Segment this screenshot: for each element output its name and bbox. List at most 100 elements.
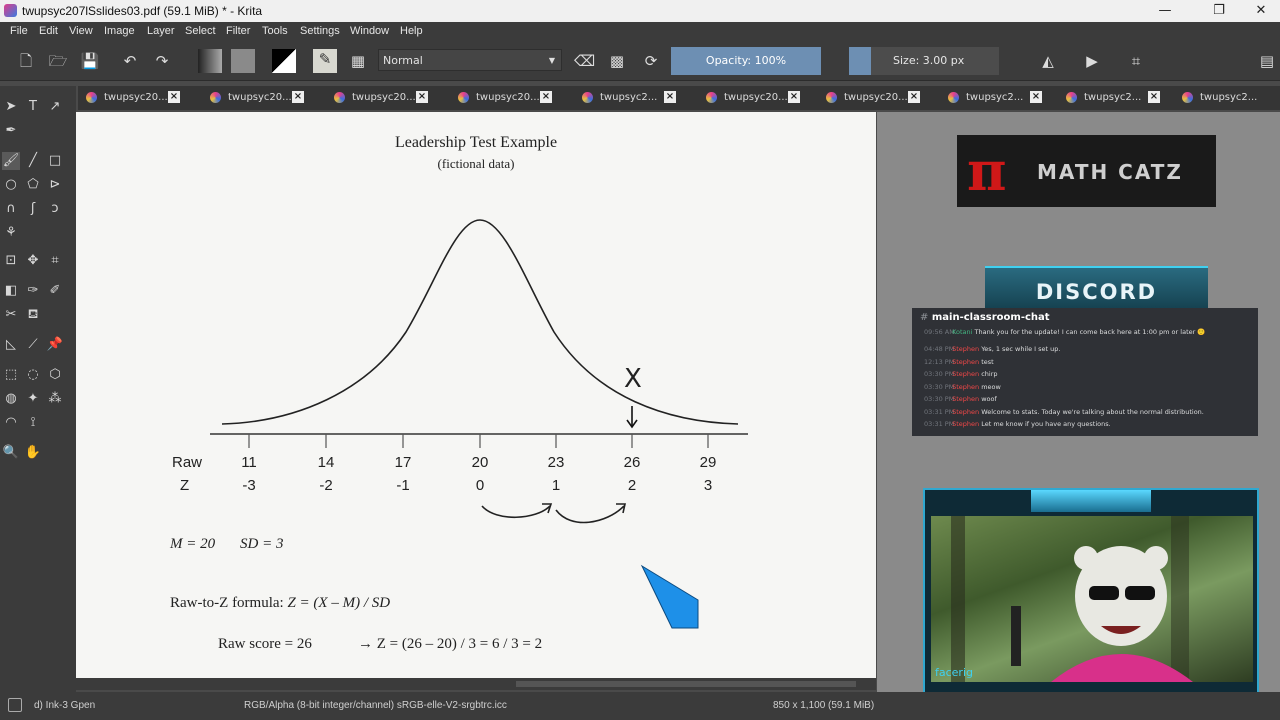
color-picker-icon[interactable]: ✑ xyxy=(24,282,42,300)
freehand-select-icon[interactable]: ◍ xyxy=(2,390,20,408)
menu-settings[interactable]: Settings xyxy=(300,25,340,37)
menu-window[interactable]: Window xyxy=(350,25,389,37)
close-tab-icon[interactable]: × xyxy=(416,91,428,103)
rectangle-tool-icon[interactable]: □ xyxy=(46,152,64,170)
bezier-select-icon[interactable]: ◠ xyxy=(2,414,20,432)
reload-preset-icon[interactable]: ⟳ xyxy=(641,51,661,71)
menu-view[interactable]: View xyxy=(69,25,93,37)
menu-select[interactable]: Select xyxy=(185,25,216,37)
polygon-tool-icon[interactable]: ⬠ xyxy=(24,176,42,194)
blend-mode-select[interactable]: Normal ▼ xyxy=(378,49,562,71)
fill-tool-icon[interactable]: ⛾ xyxy=(24,306,42,324)
multibrush-icon[interactable]: ⚘ xyxy=(2,224,20,242)
document-tab[interactable]: twupsyc20... × xyxy=(450,86,568,110)
save-icon[interactable]: 💾 xyxy=(80,51,100,71)
assistant-tool-icon[interactable]: ◺ xyxy=(2,336,20,354)
gradient-tool-icon[interactable]: ◧ xyxy=(2,282,20,300)
open-folder-icon[interactable]: 🗁 xyxy=(48,51,68,71)
rect-select-icon[interactable]: ⬚ xyxy=(2,366,20,384)
transform-tool-icon[interactable]: ⊡ xyxy=(2,252,20,270)
document-tab[interactable]: twupsyc20... × xyxy=(78,86,196,110)
document-tab[interactable]: twupsyc20... × xyxy=(202,86,320,110)
freehand-brush-icon[interactable]: 🖌 xyxy=(2,152,20,170)
document-tab[interactable]: twupsyc20... × xyxy=(698,86,816,110)
tab-label: twupsyc2... xyxy=(1084,92,1142,103)
gradient-swatch[interactable] xyxy=(198,49,222,73)
brush-size-slider[interactable]: Size: 3.00 px xyxy=(849,47,999,75)
close-tab-icon[interactable]: × xyxy=(788,91,800,103)
edit-shapes-icon[interactable]: ↗ xyxy=(46,98,64,116)
minimize-button[interactable]: — xyxy=(1142,0,1188,22)
polygon-select-icon[interactable]: ⬡ xyxy=(46,366,64,384)
menu-file[interactable]: File xyxy=(10,25,28,37)
brush-preset-icon[interactable]: ✎ xyxy=(313,49,337,73)
polyline-tool-icon[interactable]: ⊳ xyxy=(46,176,64,194)
similar-select-icon[interactable]: ⁂ xyxy=(46,390,64,408)
docker-menu-icon[interactable]: ▤ xyxy=(1257,51,1277,71)
logo-text: MATH CATZ xyxy=(1037,160,1183,184)
menu-tools[interactable]: Tools xyxy=(262,25,288,37)
close-tab-icon[interactable]: × xyxy=(292,91,304,103)
document-tab[interactable]: twupsyc2... × xyxy=(940,86,1058,110)
ellipse-tool-icon[interactable]: ○ xyxy=(2,176,20,194)
alpha-lock-icon[interactable]: ▩ xyxy=(607,51,627,71)
canvas[interactable]: Leadership Test Example (fictional data)… xyxy=(76,112,876,678)
horizontal-scrollbar[interactable] xyxy=(76,678,876,690)
menu-image[interactable]: Image xyxy=(104,25,135,37)
eraser-icon[interactable]: ⌫ xyxy=(574,51,595,71)
menu-help[interactable]: Help xyxy=(400,25,423,37)
brush-preview-icon[interactable] xyxy=(8,698,22,712)
color-space-info: RGB/Alpha (8-bit integer/channel) sRGB-e… xyxy=(244,700,507,711)
menu-edit[interactable]: Edit xyxy=(39,25,58,37)
line-tool-icon[interactable]: ╱ xyxy=(24,152,42,170)
raw-value: 23 xyxy=(547,454,565,471)
menu-layer[interactable]: Layer xyxy=(147,25,175,37)
close-tab-icon[interactable]: × xyxy=(540,91,552,103)
contiguous-select-icon[interactable]: ✦ xyxy=(24,390,42,408)
opacity-slider[interactable]: Opacity: 100% xyxy=(671,47,821,75)
wrap-around-icon[interactable]: ⌗ xyxy=(1126,51,1146,71)
pattern-swatch[interactable] xyxy=(231,49,255,73)
pan-tool-icon[interactable]: ✋ xyxy=(24,444,42,462)
maximize-button[interactable]: ❐ xyxy=(1196,0,1242,22)
close-tab-icon[interactable]: × xyxy=(908,91,920,103)
select-shapes-icon[interactable]: ➤ xyxy=(2,98,20,116)
document-tab[interactable]: twupsyc20... × xyxy=(326,86,444,110)
freehand-path-icon[interactable]: ʃ xyxy=(24,200,42,218)
measure-tool-icon[interactable]: ⟋ xyxy=(24,336,42,354)
krita-doc-icon xyxy=(582,92,593,103)
undo-icon[interactable]: ↶ xyxy=(120,51,140,71)
calligraphy-icon[interactable]: ✒ xyxy=(2,122,20,140)
close-button[interactable]: ✕ xyxy=(1238,0,1280,22)
document-tab[interactable]: twupsyc2... × xyxy=(574,86,692,110)
crop-tool-icon[interactable]: ⌗ xyxy=(46,252,64,270)
dynamic-brush-icon[interactable]: ↄ xyxy=(46,200,64,218)
document-tab[interactable]: twupsyc20... × xyxy=(818,86,936,110)
document-tab[interactable]: twupsyc2... × xyxy=(1058,86,1176,110)
new-document-icon[interactable]: 🗋 xyxy=(16,51,36,71)
smart-patch-icon[interactable]: ✂ xyxy=(2,306,20,324)
menu-filter[interactable]: Filter xyxy=(226,25,250,37)
bezier-tool-icon[interactable]: ∩ xyxy=(2,200,20,218)
redo-icon[interactable]: ↷ xyxy=(152,51,172,71)
main-toolbar: 🗋 🗁 💾 ↶ ↷ ✎ ▦ ⌫ ▩ ⟳ ◭ ▶ ⌗ ▤ xyxy=(0,42,1280,81)
close-tab-icon[interactable]: × xyxy=(1148,91,1160,103)
ellipse-select-icon[interactable]: ◌ xyxy=(24,366,42,384)
mirror-vertical-icon[interactable]: ▶ xyxy=(1082,51,1102,71)
message-user: Stephen xyxy=(952,383,980,391)
close-tab-icon[interactable]: × xyxy=(168,91,180,103)
zoom-tool-icon[interactable]: 🔍 xyxy=(2,444,20,462)
mirror-horizontal-icon[interactable]: ◭ xyxy=(1038,51,1058,71)
scrollbar-thumb[interactable] xyxy=(516,681,856,687)
magnetic-select-icon[interactable]: ⟟ xyxy=(24,414,42,432)
close-tab-icon[interactable]: × xyxy=(1030,91,1042,103)
move-tool-icon[interactable]: ✥ xyxy=(24,252,42,270)
grid-icon[interactable]: ▦ xyxy=(348,51,368,71)
fg-bg-color-icon[interactable] xyxy=(272,49,296,73)
message-text: chirp xyxy=(981,370,998,378)
text-tool-icon[interactable]: T xyxy=(24,98,42,116)
close-tab-icon[interactable]: × xyxy=(664,91,676,103)
document-tab[interactable]: twupsyc2... xyxy=(1174,86,1280,110)
colorize-mask-icon[interactable]: ✐ xyxy=(46,282,64,300)
reference-tool-icon[interactable]: 📌 xyxy=(46,336,64,354)
